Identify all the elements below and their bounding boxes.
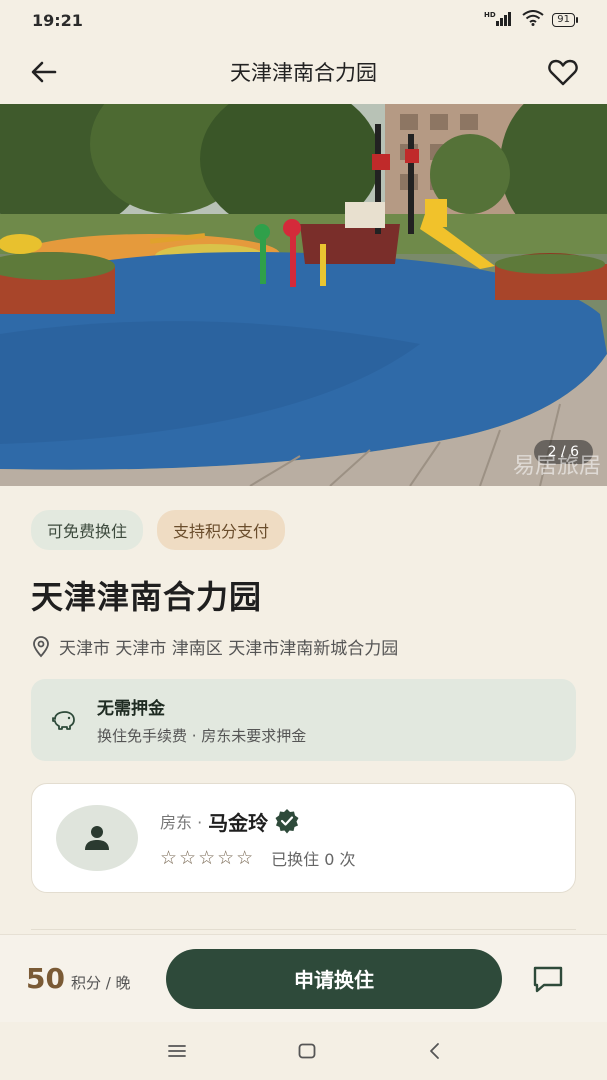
address-text: 天津市 天津市 津南区 天津市津南新城合力园 [59, 639, 399, 659]
deposit-subtitle: 换住免手续费 · 房东未要求押金 [97, 727, 307, 745]
chat-bubble-icon [533, 966, 563, 992]
tag-points-payment: 支持积分支付 [157, 510, 286, 550]
system-nav-bar [0, 1022, 607, 1080]
rating-stars: ☆☆☆☆☆ [160, 846, 256, 869]
price: 50 积分 / 晚 [26, 962, 166, 995]
host-name: 马金玲 [208, 810, 269, 835]
status-time: 19:21 [32, 10, 83, 30]
photo-gallery[interactable]: 2 / 6 易居旅居 [0, 104, 607, 486]
signal-icon: HD [484, 10, 514, 30]
heart-outline-icon [548, 59, 578, 86]
battery-icon: 91 [552, 13, 578, 27]
tag-list: 可免费换住 支持积分支付 [31, 510, 576, 550]
message-button[interactable] [532, 963, 564, 995]
top-bar: 天津津南合力园 [0, 40, 607, 104]
swap-count: 已换住 0 次 [271, 849, 356, 869]
host-card[interactable]: 房东 · 马金玲 ☆☆☆☆☆ 已换住 0 次 [31, 783, 576, 893]
tag-free-swap: 可免费换住 [31, 510, 144, 550]
favorite-button[interactable] [547, 56, 579, 88]
photo-watermark: 易居旅居 [512, 454, 601, 479]
listing-address: 天津市 天津市 津南区 天津市津南新城合力园 [31, 634, 576, 659]
price-unit: 积分 / 晚 [70, 974, 131, 992]
host-info: 房东 · 马金玲 ☆☆☆☆☆ 已换住 0 次 [160, 807, 356, 870]
bottom-action-bar: 50 积分 / 晚 申请换住 [0, 934, 607, 1022]
home-icon[interactable] [297, 1042, 317, 1060]
playground-photo [0, 104, 607, 486]
listing-title: 天津津南合力园 [31, 578, 263, 616]
menu-icon[interactable] [167, 1043, 187, 1059]
deposit-info-card: 无需押金 换住免手续费 · 房东未要求押金 [31, 679, 576, 761]
back-button[interactable] [28, 56, 60, 88]
section-divider [31, 929, 576, 930]
svg-text:HD: HD [484, 11, 496, 19]
back-nav-icon[interactable] [427, 1042, 441, 1060]
status-icons: HD 91 [484, 10, 578, 30]
host-role-label: 房东 · [160, 813, 203, 832]
avatar[interactable] [56, 805, 138, 871]
rating-line: ☆☆☆☆☆ 已换住 0 次 [160, 846, 356, 870]
verified-badge-icon [275, 809, 299, 834]
deposit-text: 无需押金 换住免手续费 · 房东未要求押金 [97, 694, 306, 746]
wifi-icon [522, 10, 544, 30]
host-line: 房东 · 马金玲 [160, 807, 356, 836]
deposit-title: 无需押金 [97, 699, 165, 719]
arrow-left-icon [31, 61, 57, 83]
apply-swap-button[interactable]: 申请换住 [166, 948, 502, 1009]
piggy-bank-icon [52, 711, 75, 730]
status-bar: 19:21 HD 91 [0, 0, 607, 40]
price-value: 50 [26, 962, 65, 995]
location-pin-icon [33, 635, 49, 657]
listing-details: 可免费换住 支持积分支付 天津津南合力园 天津市 天津市 津南区 天津市津南新城… [0, 486, 607, 893]
page-title: 天津津南合力园 [230, 61, 377, 85]
person-icon [85, 826, 109, 850]
